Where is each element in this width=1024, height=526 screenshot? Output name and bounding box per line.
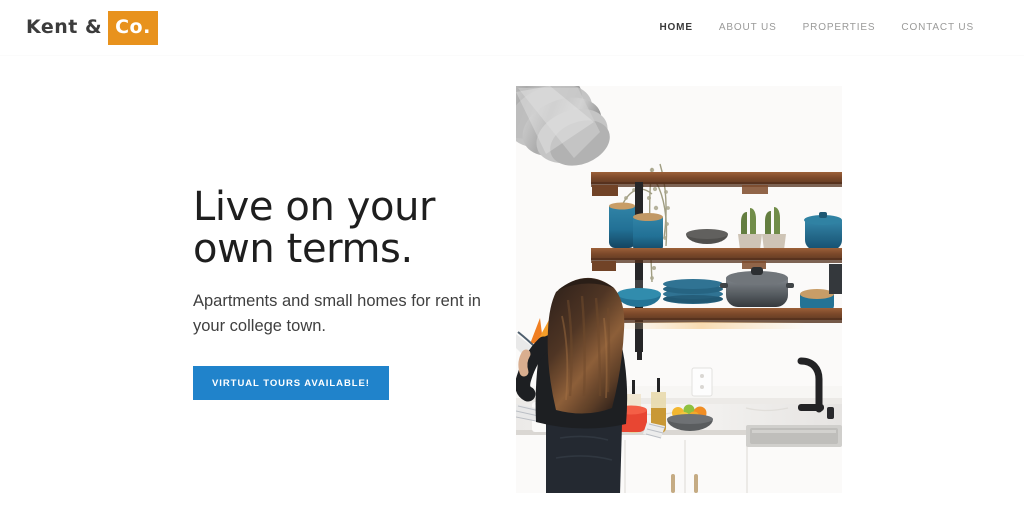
landing-page: Kent & Co. HOME ABOUT US PROPERTIES CONT… xyxy=(0,0,1024,526)
hero-subtitle: Apartments and small homes for rent in y… xyxy=(193,291,481,336)
nav-item-properties[interactable]: PROPERTIES xyxy=(803,22,876,33)
hero-copy: Live on your own terms. Apartments and s… xyxy=(193,184,503,401)
site-logo[interactable]: Kent & Co. xyxy=(26,10,158,45)
logo-wordmark: Kent & xyxy=(26,16,103,38)
site-header: Kent & Co. HOME ABOUT US PROPERTIES CONT… xyxy=(0,0,1024,56)
nav-item-contact-us[interactable]: CONTACT US xyxy=(901,22,974,33)
hero-kitchen-photo xyxy=(516,86,842,493)
kitchen-illustration xyxy=(516,86,842,493)
hero-title: Live on your own terms. xyxy=(193,184,436,273)
virtual-tours-button[interactable]: Virtual tours available! xyxy=(193,365,389,401)
logo-badge: Co. xyxy=(108,10,158,45)
nav-item-about-us[interactable]: ABOUT US xyxy=(719,22,777,33)
hero-section: Live on your own terms. Apartments and s… xyxy=(0,56,1024,526)
nav-item-home[interactable]: HOME xyxy=(659,22,692,33)
main-navigation: HOME ABOUT US PROPERTIES CONTACT US xyxy=(659,22,974,33)
